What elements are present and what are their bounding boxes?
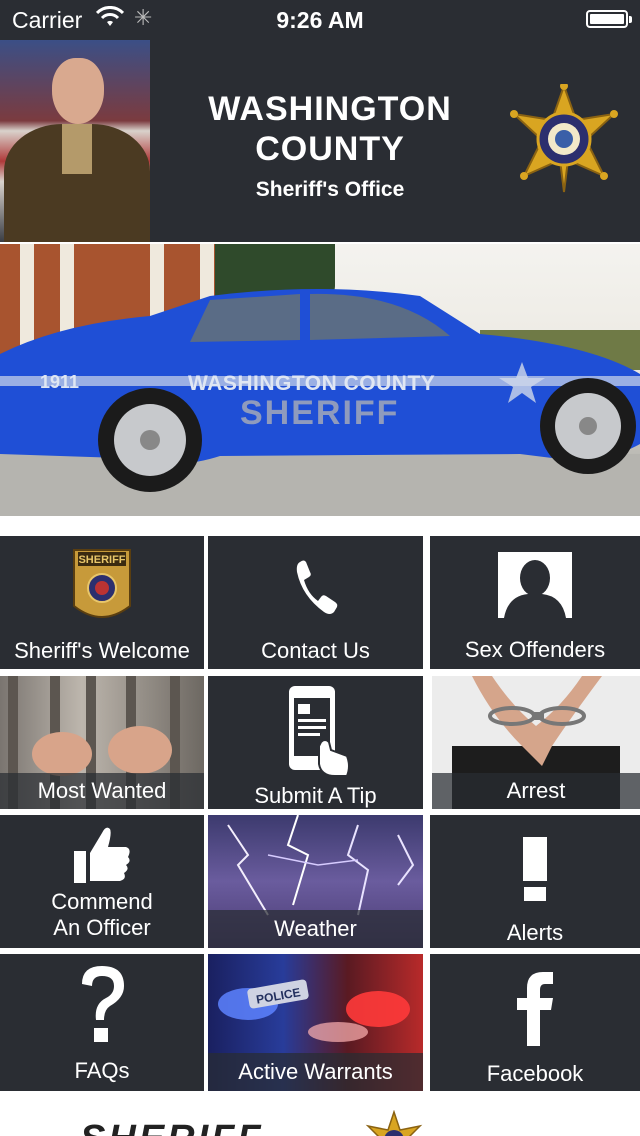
app-header: WASHINGTON COUNTY Sheriff's Office [0, 40, 640, 242]
car-decal-county: WASHINGTON COUNTY [188, 372, 436, 395]
tile-label: Facebook [486, 1061, 584, 1086]
tile-commend-an-officer[interactable]: Commend An Officer [0, 815, 204, 948]
header-subtitle: Sheriff's Office [255, 178, 405, 201]
footer-banner: SHERIFF [0, 1092, 640, 1136]
car-decal-911: 1911 [40, 372, 80, 392]
question-icon [0, 962, 204, 1051]
tile-label: Submit A Tip [254, 783, 377, 808]
silhouette-icon [430, 552, 640, 623]
tile-sheriffs-welcome[interactable]: SHERIFF Sheriff's Welcome [0, 536, 204, 669]
clock: 9:26 AM [276, 7, 364, 33]
tile-label: Alerts [506, 920, 564, 945]
thumbs-up-icon [0, 823, 204, 890]
tile-alerts[interactable]: Alerts [430, 815, 640, 948]
tile-weather[interactable]: Weather [208, 815, 423, 948]
footer-sheriff-logo-text: SHERIFF [80, 1118, 264, 1136]
patrol-car-image: 1911 WASHINGTON COUNTY SHERIFF [0, 244, 640, 516]
tile-facebook[interactable]: Facebook [430, 954, 640, 1091]
facebook-icon [430, 970, 640, 1051]
tile-contact-us[interactable]: Contact Us [208, 536, 423, 669]
battery-icon [586, 10, 632, 28]
tile-label: Arrest [432, 773, 640, 809]
tile-active-warrants[interactable]: POLICE Active Warrants [208, 954, 423, 1091]
tile-label-line2: An Officer [53, 915, 151, 940]
header-title-line2: COUNTY [255, 130, 405, 168]
tile-label: Commend An Officer [0, 889, 204, 941]
tile-label: Contact Us [261, 638, 370, 663]
tile-label-line1: Commend [51, 889, 153, 914]
tile-arrest[interactable]: Arrest [432, 676, 640, 809]
footer-star-badge-icon [365, 1110, 423, 1136]
tile-sex-offenders[interactable]: Sex Offenders [430, 536, 640, 669]
exclamation-icon [430, 837, 640, 906]
tile-label: FAQs [74, 1058, 130, 1083]
tile-label: Weather [208, 910, 423, 948]
svg-text:SHERIFF: SHERIFF [78, 554, 125, 566]
tile-label: Sex Offenders [464, 637, 606, 662]
tile-label: Sheriff's Welcome [14, 638, 190, 663]
sheriff-star-badge-icon [510, 84, 618, 193]
phone-tap-icon [208, 686, 423, 783]
car-decal-sheriff: SHERIFF [240, 394, 400, 432]
tile-submit-a-tip[interactable]: Submit A Tip [208, 676, 423, 809]
tile-label: Most Wanted [0, 773, 204, 809]
tile-faqs[interactable]: FAQs [0, 954, 204, 1091]
sheriff-patch-icon: SHERIFF [0, 548, 204, 629]
status-bar: Carrier ✳ 9:26 AM [0, 0, 640, 40]
header-title-line1: WASHINGTON [208, 90, 452, 128]
phone-icon [208, 558, 423, 621]
tile-most-wanted[interactable]: Most Wanted [0, 676, 204, 809]
tile-label: Active Warrants [208, 1053, 423, 1091]
sheriff-portrait [0, 40, 150, 242]
